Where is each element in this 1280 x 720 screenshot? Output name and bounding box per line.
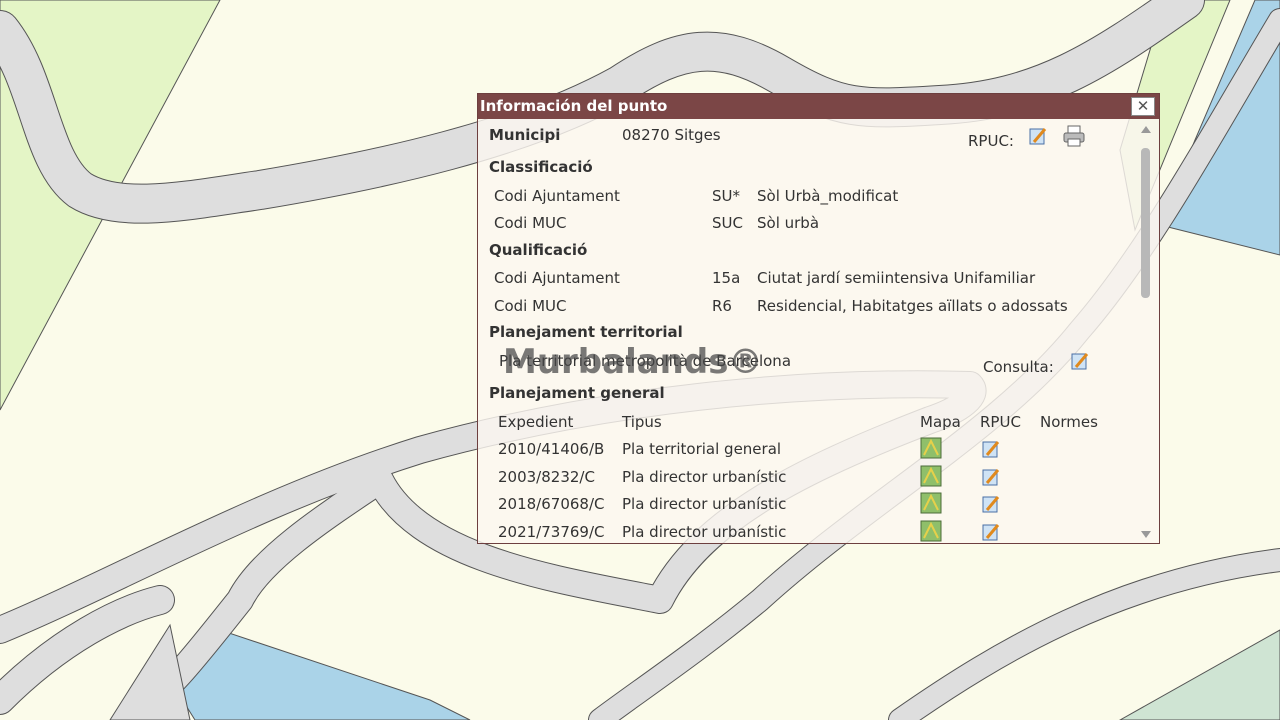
- rpuc-icon[interactable]: [981, 522, 1001, 542]
- classif-desc: Sòl Urbà_modificat: [757, 187, 899, 205]
- classif-code: SUC: [712, 214, 743, 232]
- map-icon[interactable]: [920, 437, 942, 459]
- close-button[interactable]: ✕: [1131, 97, 1155, 116]
- rpuc-doc-icon[interactable]: [1028, 126, 1048, 146]
- classif-desc: Sòl urbà: [757, 214, 820, 232]
- map-icon[interactable]: [920, 465, 942, 487]
- consulta-label: Consulta:: [983, 358, 1054, 376]
- classif-code: SU*: [712, 187, 741, 205]
- tipus-cell: Pla director urbanístic: [622, 468, 787, 486]
- classif-label: Codi Ajuntament: [494, 187, 620, 205]
- popup-title: Información del punto: [478, 94, 1159, 119]
- expedient-cell: 2010/41406/B: [498, 440, 605, 458]
- expedient-cell: 2003/8232/C: [498, 468, 595, 486]
- print-icon[interactable]: [1062, 124, 1086, 148]
- qualif-label: Codi Ajuntament: [494, 269, 620, 287]
- qualif-label: Codi MUC: [494, 297, 567, 315]
- tipus-cell: Pla director urbanístic: [622, 523, 787, 541]
- qualif-desc: Ciutat jardí semiintensiva Unifamiliar: [757, 269, 1036, 287]
- map-icon[interactable]: [920, 492, 942, 514]
- col-normes: Normes: [1040, 413, 1098, 431]
- section-planejament-general: Planejament general: [489, 384, 665, 402]
- rpuc-label: RPUC:: [968, 132, 1014, 150]
- section-planejament-territorial: Planejament territorial: [489, 323, 683, 341]
- consulta-doc-icon[interactable]: [1070, 351, 1090, 371]
- scroll-thumb[interactable]: [1141, 148, 1150, 298]
- qualif-code: R6: [712, 297, 732, 315]
- qualif-code: 15a: [712, 269, 741, 287]
- municipi-label: Municipi: [489, 126, 561, 144]
- watermark: Murbalands®: [503, 342, 763, 382]
- tipus-cell: Pla director urbanístic: [622, 495, 787, 513]
- rpuc-icon[interactable]: [981, 439, 1001, 459]
- scroll-up-arrow-icon[interactable]: [1141, 126, 1151, 133]
- section-qualificacio: Qualificació: [489, 241, 588, 259]
- classif-label: Codi MUC: [494, 214, 567, 232]
- municipi-value: 08270 Sitges: [622, 126, 721, 144]
- map-icon[interactable]: [920, 520, 942, 542]
- col-rpuc: RPUC: [980, 413, 1021, 431]
- expedient-cell: 2018/67068/C: [498, 495, 605, 513]
- col-tipus: Tipus: [622, 413, 662, 431]
- popup-scrollbar[interactable]: [1139, 124, 1153, 540]
- rpuc-icon[interactable]: [981, 467, 1001, 487]
- qualif-desc: Residencial, Habitatges aïllats o adossa…: [757, 297, 1068, 315]
- col-expedient: Expedient: [498, 413, 574, 431]
- col-mapa: Mapa: [920, 413, 961, 431]
- rpuc-icon[interactable]: [981, 494, 1001, 514]
- scroll-down-arrow-icon[interactable]: [1141, 531, 1151, 538]
- tipus-cell: Pla territorial general: [622, 440, 782, 458]
- expedient-cell: 2021/73769/C: [498, 523, 605, 541]
- section-classificacio: Classificació: [489, 158, 593, 176]
